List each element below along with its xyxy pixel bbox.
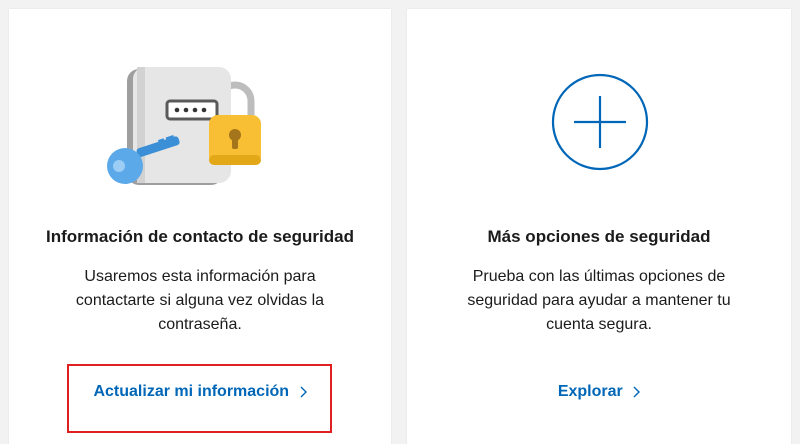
update-info-label: Actualizar mi información [93,383,290,400]
card-description: Usaremos esta información para contactar… [75,268,325,333]
more-security-options-card: Más opciones de seguridad Prueba con las… [407,9,791,444]
card-description: Prueba con las últimas opciones de segur… [467,268,731,333]
update-info-link[interactable]: Actualizar mi información [9,383,391,401]
chevron-right-icon [633,386,641,398]
plus-icon [551,73,649,171]
card-title: Más opciones de seguridad [487,227,711,246]
chevron-right-icon [300,386,307,398]
card-title: Información de contacto de seguridad [46,227,354,246]
explore-label: Explorar [557,383,623,400]
explore-link[interactable]: Explorar [407,383,791,401]
security-info-icon [107,67,261,185]
security-contact-card: Información de contacto de seguridad Usa… [9,9,391,444]
